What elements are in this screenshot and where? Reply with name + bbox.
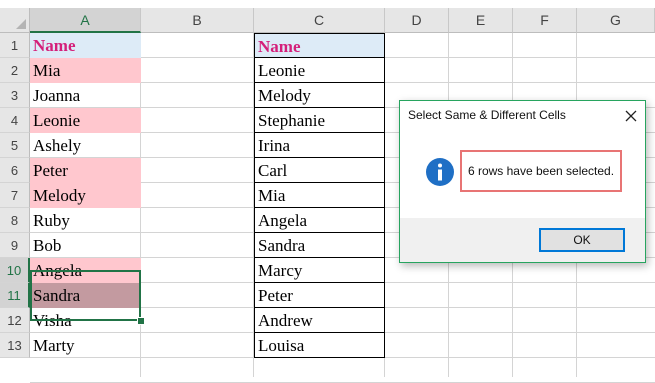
select-same-different-dialog: Select Same & Different Cells 6 rows hav… [399, 100, 646, 263]
row-header-4[interactable]: 4 [0, 108, 30, 133]
row-header-9[interactable]: 9 [0, 233, 30, 258]
row-header-6[interactable]: 6 [0, 158, 30, 183]
column-header-a[interactable]: A [30, 8, 141, 33]
cell-c2[interactable]: Leonie [254, 58, 385, 83]
dialog-message-text: 6 rows have been selected. [467, 164, 615, 178]
cell-a9[interactable]: Bob [30, 233, 141, 258]
cell-c9[interactable]: Sandra [254, 233, 385, 258]
column-c-header-cell[interactable]: Name [254, 33, 385, 58]
cell-a3[interactable]: Joanna [30, 83, 141, 108]
dialog-message: 6 rows have been selected. [460, 150, 622, 192]
cell-a5[interactable]: Ashely [30, 133, 141, 158]
cell-a2[interactable]: Mia [30, 58, 141, 83]
cell-a4[interactable]: Leonie [30, 108, 141, 133]
cell-c4[interactable]: Stephanie [254, 108, 385, 133]
row-header-13[interactable]: 13 [0, 333, 30, 358]
row-header-2[interactable]: 2 [0, 58, 30, 83]
column-a-header-cell[interactable]: Name [30, 33, 141, 58]
cell-a13[interactable]: Marty [30, 333, 141, 358]
fill-handle[interactable] [137, 317, 145, 325]
cell-a6[interactable]: Peter [30, 158, 141, 183]
cell-c3[interactable]: Melody [254, 83, 385, 108]
dialog-body: 6 rows have been selected. [400, 130, 645, 218]
row-header-8[interactable]: 8 [0, 208, 30, 233]
cell-a7[interactable]: Melody [30, 183, 141, 208]
cell-c10[interactable]: Marcy [254, 258, 385, 283]
row-header-1[interactable]: 1 [0, 33, 30, 58]
row-header-5[interactable]: 5 [0, 133, 30, 158]
row-header-10[interactable]: 10 [0, 258, 30, 283]
cell-c11[interactable]: Peter [254, 283, 385, 308]
ok-button[interactable]: OK [539, 228, 625, 252]
cell-a10[interactable]: Angela [30, 258, 141, 283]
select-all-corner[interactable] [0, 8, 30, 33]
close-icon[interactable] [623, 108, 639, 124]
dialog-title: Select Same & Different Cells [400, 101, 645, 130]
cell-a8[interactable]: Ruby [30, 208, 141, 233]
cell-c7[interactable]: Mia [254, 183, 385, 208]
row-header-3[interactable]: 3 [0, 83, 30, 108]
column-header-d[interactable]: D [385, 8, 449, 33]
info-icon [425, 157, 455, 187]
row-header-12[interactable]: 12 [0, 308, 30, 333]
column-header-e[interactable]: E [449, 8, 513, 33]
cell-a11[interactable]: Sandra [30, 283, 141, 308]
cell-c8[interactable]: Angela [254, 208, 385, 233]
column-header-f[interactable]: F [513, 8, 577, 33]
column-header-b[interactable]: B [141, 8, 254, 33]
column-header-g[interactable]: G [577, 8, 655, 33]
row-header-7[interactable]: 7 [0, 183, 30, 208]
cell-a12[interactable]: Visha [30, 308, 141, 333]
cell-c5[interactable]: Irina [254, 133, 385, 158]
column-header-c[interactable]: C [254, 8, 385, 33]
cell-c13[interactable]: Louisa [254, 333, 385, 358]
dialog-footer: OK [400, 218, 645, 262]
cell-c12[interactable]: Andrew [254, 308, 385, 333]
row-header-11[interactable]: 11 [0, 283, 30, 308]
select-all-triangle [16, 19, 26, 29]
cell-c6[interactable]: Carl [254, 158, 385, 183]
